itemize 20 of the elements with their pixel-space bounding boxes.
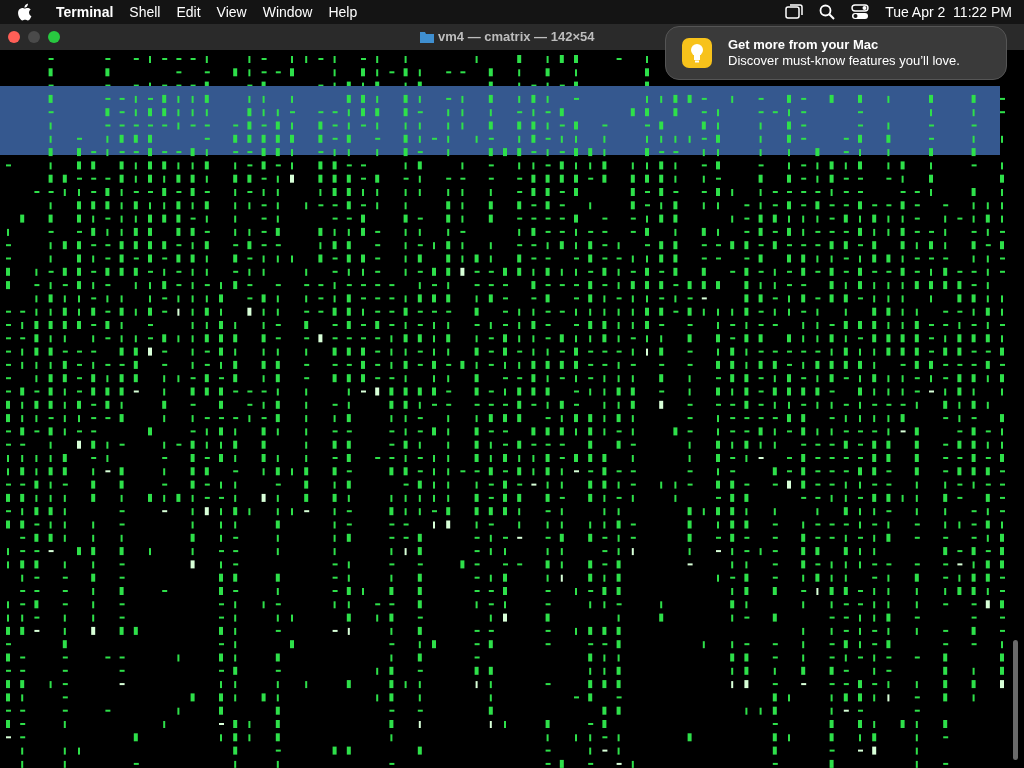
menu-item[interactable]: Window — [262, 1, 313, 23]
menu-item[interactable]: Help — [328, 1, 358, 23]
app-menu[interactable]: Terminal — [56, 1, 114, 23]
scroll-thumb[interactable] — [1013, 640, 1018, 760]
menu-item[interactable]: Edit — [176, 1, 201, 23]
window-icon[interactable] — [785, 4, 804, 20]
folder-icon — [420, 31, 434, 43]
notification-banner[interactable]: Get more from your Mac Discover must-know features you’ll love. — [665, 26, 1007, 80]
window-title: vm4 — cmatrix — 142×54 — [438, 28, 595, 47]
notification-title: Get more from your Mac — [728, 37, 880, 53]
menu-item[interactable]: Shell — [129, 1, 161, 23]
clock[interactable]: Tue Apr 2 11:22 PM — [885, 1, 1012, 23]
apple-icon[interactable] — [16, 3, 32, 21]
close-button[interactable] — [8, 31, 20, 43]
lightbulb-icon — [682, 38, 712, 68]
menu-item[interactable]: View — [216, 1, 247, 23]
toggle-icon[interactable] — [851, 4, 870, 20]
search-icon[interactable] — [819, 4, 836, 20]
zoom-button[interactable] — [48, 31, 60, 43]
notification-text: Discover must-know features you’ll love. — [728, 53, 960, 69]
